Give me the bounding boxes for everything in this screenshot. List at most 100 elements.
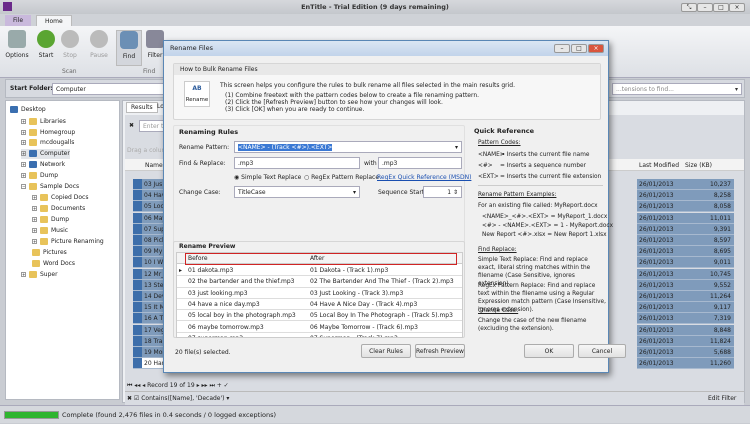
edit-filter-button[interactable]: Edit Filter <box>708 395 736 402</box>
folder-tree[interactable]: Desktop + Libraries + Homegroup + mcdougalls + C… <box>5 100 120 400</box>
dialog-close-button[interactable]: × <box>588 44 604 53</box>
tree-item[interactable]: Pictures <box>32 248 67 258</box>
rename-pattern-input[interactable]: <NAME> - (Track <#>).<EXT> ▾ <box>234 141 462 153</box>
preview-row[interactable]: 05 local boy in the photograph.mp3 05 Lo… <box>177 310 462 322</box>
expand-toggle-icon[interactable]: + <box>32 195 37 200</box>
dialog-minimize-button[interactable]: – <box>554 44 570 53</box>
expand-toggle-icon[interactable]: + <box>21 272 26 277</box>
preview-column-after[interactable]: After <box>310 255 324 262</box>
music-file-icon <box>133 223 142 235</box>
preview-row[interactable]: 07 superman.mp3 07 Superman - (Track 7).… <box>177 332 462 337</box>
tree-item[interactable]: + Documents <box>32 204 85 214</box>
rename-files-dialog: Rename Files – □ × How to Bulk Rename Fi… <box>163 40 626 373</box>
examples-title: Rename Pattern Examples: <box>478 192 557 198</box>
tree-item-label: Super <box>40 271 58 278</box>
column-size[interactable]: Size (KB) <box>685 162 712 169</box>
tree-item[interactable]: + Picture Renaming <box>32 237 104 247</box>
expand-toggle-icon[interactable]: + <box>32 228 37 233</box>
tab-file[interactable]: File <box>5 15 32 26</box>
howto-step: (1) Combine freetext with the pattern co… <box>225 92 480 99</box>
folder-icon <box>10 106 18 113</box>
tree-item[interactable]: + Network <box>21 160 65 170</box>
tree-item[interactable]: Desktop <box>10 105 46 115</box>
size-cell: 10,237 <box>682 179 734 190</box>
radio-regex-replace[interactable]: ○ RegEx Pattern Replace <box>304 174 379 181</box>
expand-toggle-icon[interactable]: + <box>32 217 37 222</box>
tree-item-label: Pictures <box>43 249 67 256</box>
expand-toggle-icon[interactable]: + <box>21 140 26 145</box>
preview-column-before[interactable]: Before <box>188 255 208 262</box>
tab-home[interactable]: Home <box>36 15 72 26</box>
record-navigator[interactable]: ⏮ ◂◂ ◂ Record 19 of 19 ▸ ▸▸ ⏭ + ✓ <box>127 382 229 390</box>
find-input[interactable]: .mp3 <box>234 157 360 169</box>
preview-row[interactable]: 02 the bartender and the thief.mp3 02 Th… <box>177 276 462 288</box>
options-button[interactable]: Options <box>4 30 30 59</box>
expand-toggle-icon[interactable]: − <box>21 184 26 189</box>
dialog-maximize-button[interactable]: □ <box>571 44 587 53</box>
tree-item[interactable]: + Libraries <box>21 117 66 127</box>
play-icon <box>37 30 55 48</box>
refresh-preview-button[interactable]: Refresh Preview <box>415 344 465 358</box>
preview-row[interactable]: 03 just looking.mp3 03 Just Looking - (T… <box>177 287 462 299</box>
tree-item[interactable]: + Dump <box>21 171 58 181</box>
radio-simple-replace[interactable]: ◉ Simple Text Replace <box>234 174 301 181</box>
sequence-start-stepper[interactable]: 1 ⇕ <box>423 186 462 198</box>
maximize-button[interactable]: □ <box>713 3 729 12</box>
folder-icon <box>29 172 37 179</box>
minimize-button[interactable]: – <box>697 3 713 12</box>
start-button[interactable]: Start <box>33 30 59 59</box>
tree-item[interactable]: + mcdougalls <box>21 138 74 148</box>
folder-icon <box>29 118 37 125</box>
tree-item[interactable]: + Computer <box>21 149 70 159</box>
case-title: Change Case: <box>478 308 519 314</box>
expand-toggle-icon[interactable]: + <box>21 119 26 124</box>
tree-item[interactable]: + Dump <box>32 215 69 225</box>
expand-toggle-icon[interactable]: + <box>21 151 26 156</box>
expand-toggle-icon[interactable]: + <box>21 162 26 167</box>
tree-item-label: Picture Renaming <box>51 238 104 245</box>
filter-bar[interactable]: ✖ ☑ Contains([Name], 'Decade') ▾ <box>127 395 229 402</box>
expand-toggle-icon[interactable]: + <box>32 206 37 211</box>
modified-cell: 26/01/2013 <box>637 291 682 302</box>
regex-reference-link[interactable]: RegEx Quick Reference (MSDN) <box>377 174 471 181</box>
replace-value: .mp3 <box>382 160 398 167</box>
expand-toggle-icon[interactable]: + <box>32 239 37 244</box>
music-file-icon <box>133 246 142 258</box>
folder-icon <box>40 205 48 212</box>
start-label: Start <box>38 52 54 59</box>
find-button[interactable]: Find <box>116 30 142 66</box>
clear-rules-button[interactable]: Clear Rules <box>361 344 411 358</box>
change-case-select[interactable]: TitleCase ▾ <box>234 186 360 198</box>
preview-row[interactable]: 04 have a nice day.mp3 04 Have A Nice Da… <box>177 298 462 311</box>
expand-toggle-icon[interactable]: + <box>21 130 26 135</box>
tree-item[interactable]: + Super <box>21 270 58 280</box>
extensions-input[interactable]: ...tensions to find... ▾ <box>612 83 742 95</box>
music-file-icon <box>133 257 142 269</box>
radio-regex-label: RegEx Pattern Replace <box>311 174 380 181</box>
preview-row[interactable]: 06 maybe tomorrow.mp3 06 Maybe Tomorrow … <box>177 321 462 333</box>
column-last-modified[interactable]: Last Modified <box>639 162 679 169</box>
column-name[interactable]: Name <box>145 162 163 169</box>
stop-icon <box>61 30 79 48</box>
restore-ribbon-button[interactable]: ⤡ <box>681 3 697 12</box>
preview-row[interactable]: ▸ 01 dakota.mp3 01 Dakota - (Track 1).mp3 <box>177 265 462 277</box>
howto-intro: This screen helps you configure the rule… <box>220 82 516 89</box>
code-desc: = Inserts the current file name <box>500 152 590 158</box>
close-button[interactable]: × <box>729 3 745 12</box>
renaming-rules-group: Renaming Rules Rename Pattern: <NAME> - … <box>173 125 471 245</box>
cancel-button[interactable]: Cancel <box>578 344 626 358</box>
stop-button[interactable]: Stop <box>57 30 83 59</box>
expand-toggle-icon[interactable]: + <box>21 173 26 178</box>
tree-item[interactable]: + Music <box>32 226 68 236</box>
tree-item[interactable]: + Copied Docs <box>32 193 88 203</box>
ok-button[interactable]: OK <box>524 344 574 358</box>
clear-filter-icon[interactable]: ✖ <box>129 122 134 129</box>
tree-item[interactable]: + Homegroup <box>21 128 75 138</box>
preview-grid[interactable]: Before After ▸ 01 dakota.mp3 01 Dakota - … <box>176 252 463 338</box>
modified-cell: 26/01/2013 <box>637 212 682 224</box>
tree-item[interactable]: − Sample Docs <box>21 182 79 192</box>
tree-item[interactable]: Word Docs <box>32 259 75 269</box>
pause-button[interactable]: Pause <box>86 30 112 59</box>
replace-input[interactable]: .mp3 <box>378 157 462 169</box>
tree-item-label: Dump <box>51 216 70 223</box>
